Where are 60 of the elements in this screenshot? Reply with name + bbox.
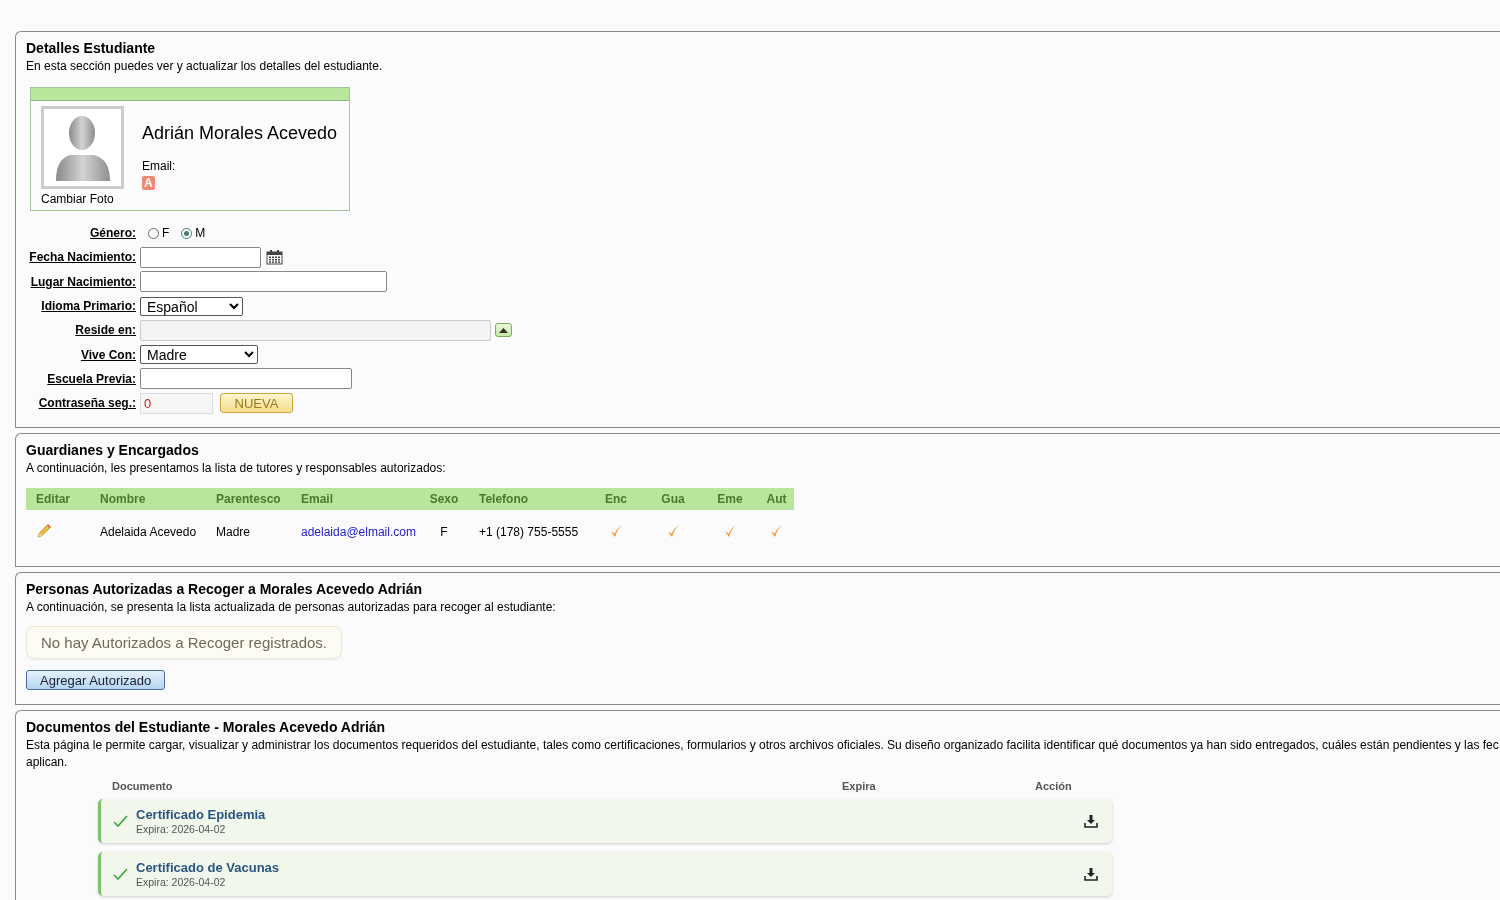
- code-field[interactable]: 0: [140, 392, 213, 414]
- expand-button[interactable]: [495, 323, 512, 338]
- column-header: Enc: [587, 488, 645, 511]
- download-icon[interactable]: [1084, 814, 1098, 829]
- column-header: Parentesco: [206, 488, 291, 511]
- gender-radio[interactable]: M: [173, 226, 206, 241]
- column-header: Telefono: [469, 488, 587, 511]
- field-label: Lugar Nacimiento:: [29, 274, 137, 289]
- field-label: Vive Con:: [79, 347, 137, 362]
- student-name: Adrián Morales Acevedo: [142, 123, 338, 144]
- date-field[interactable]: [140, 246, 261, 268]
- field-label: Contraseña seg.:: [37, 396, 137, 411]
- column-header: Expira: [842, 780, 877, 793]
- column-header: Eme: [701, 488, 759, 511]
- field-label: Idioma Primario:: [40, 299, 137, 314]
- document-title[interactable]: Certificado Epidemia: [136, 807, 1084, 823]
- expiry-date: Expira: 2026-04-02: [136, 823, 227, 836]
- calendar-icon[interactable]: [266, 249, 283, 265]
- table-cell: +1 (178) 755-5555: [479, 525, 579, 540]
- field-label: Reside en:: [74, 323, 137, 338]
- column-header: Email: [291, 488, 419, 511]
- change-photo-link[interactable]: Cambiar Foto: [41, 192, 114, 206]
- download-icon[interactable]: [1084, 867, 1098, 882]
- section-description: A continuación, se presenta la lista actualizada de personas autorizadas para recoger al estudiante:: [26, 600, 557, 616]
- text-field[interactable]: [140, 368, 352, 390]
- section-title: Detalles Estudiante: [26, 40, 157, 57]
- column-header: Documento: [112, 780, 174, 793]
- email-link[interactable]: adelaida@elmail.com: [301, 525, 416, 540]
- section-description: A continuación, les presentamos la lista de tutores y responsables autorizados:: [26, 461, 447, 477]
- empty-message: No hay Autorizados a Recoger registrados.: [26, 626, 342, 660]
- field-label: Escuela Previa:: [46, 371, 137, 386]
- section-title: Documentos del Estudiante - Morales Acevedo Adrián: [26, 719, 387, 737]
- table-cell: Adelaida Acevedo: [100, 525, 197, 540]
- email-label: Email:: [142, 159, 177, 173]
- gender-radio[interactable]: F: [140, 226, 170, 241]
- dropdown[interactable]: Español: [140, 296, 243, 316]
- section-description: aplican.: [26, 755, 69, 771]
- section-title: Guardianes y Encargados: [26, 442, 200, 460]
- column-header: Sexo: [419, 488, 469, 511]
- column-header: Aut: [759, 488, 794, 511]
- section-description: En esta sección puedes ver y actualizar los detalles del estudiante.: [26, 59, 384, 74]
- table-cell: F: [440, 525, 448, 540]
- section-title: Personas Autorizadas a Recoger a Morales Acevedo Adrián: [26, 581, 424, 599]
- column-header: Editar: [26, 488, 90, 511]
- text-field[interactable]: [140, 271, 387, 293]
- avatar-silhouette-icon: [41, 106, 124, 189]
- table-cell: Madre: [216, 525, 250, 540]
- add-authorized-button[interactable]: Agregar Autorizado: [26, 670, 166, 691]
- field-label: Género:: [89, 226, 137, 241]
- field-label: Fecha Nacimiento:: [28, 250, 137, 265]
- column-header: Acción: [1035, 780, 1072, 793]
- expiry-date: Expira: 2026-04-02: [136, 876, 227, 889]
- pencil-icon[interactable]: [36, 522, 52, 539]
- initial-badge: A: [142, 176, 155, 190]
- section-description: Esta página le permite cargar, visualizar y administrar los documentos requeridos del estudiante, tales como certificaciones, formularios y otros archivos oficiales. Su diseño organizado facilita identificar qué documentos ya han sido entregados, cuáles están pendientes y las fec: [26, 738, 1500, 754]
- column-header: Nombre: [90, 488, 206, 511]
- dropdown[interactable]: Madre: [140, 345, 258, 365]
- column-header: Gua: [645, 488, 701, 511]
- triangle-icon: [499, 327, 508, 333]
- document-title[interactable]: Certificado de Vacunas: [136, 860, 1084, 876]
